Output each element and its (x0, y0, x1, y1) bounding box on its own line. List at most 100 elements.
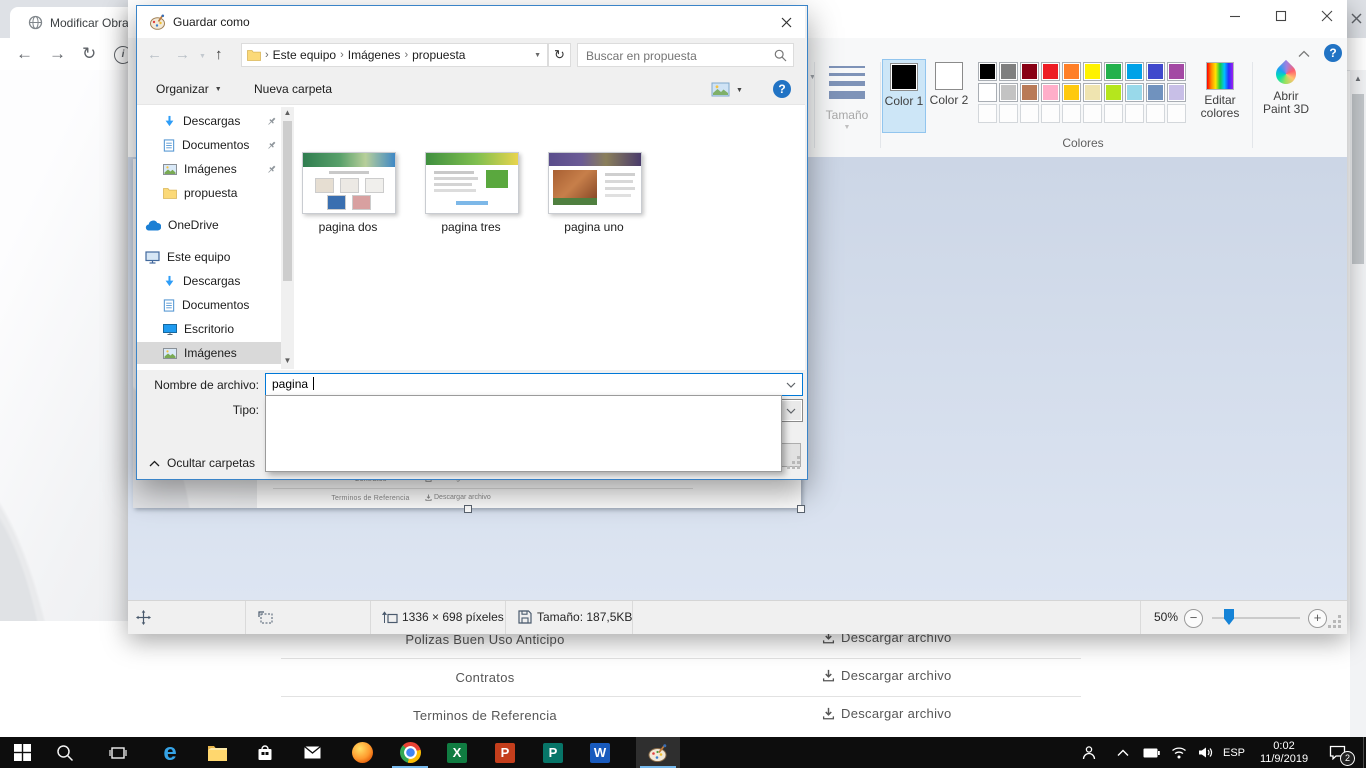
maximize-button[interactable] (1258, 0, 1304, 32)
sidebar-item-este-equipo[interactable]: Este equipo (137, 246, 281, 268)
dialog-resize-grip[interactable] (787, 466, 790, 469)
up-directory-icon[interactable]: ↑ (215, 44, 223, 66)
sidebar-item-documentos-pc[interactable]: Documentos (137, 294, 281, 316)
palette-color[interactable] (1041, 83, 1060, 102)
taskbar-search-button[interactable] (45, 737, 85, 768)
battery-button[interactable] (1137, 737, 1165, 768)
sidebar-item-propuesta[interactable]: propuesta (137, 182, 281, 204)
file-item[interactable]: pagina uno (548, 152, 640, 234)
tray-overflow-button[interactable] (1110, 737, 1136, 768)
filetype-dropdown-button[interactable] (780, 401, 801, 420)
color2-button[interactable]: Color 2 (928, 59, 970, 131)
taskbar-firefox-button[interactable] (342, 737, 382, 768)
sidebar-item-documentos[interactable]: Documentos (137, 134, 281, 156)
breadcrumb[interactable]: › Este equipo › Imágenes › propuesta ▼ (241, 43, 548, 67)
palette-color[interactable] (1083, 62, 1102, 81)
sidebar-item-descargas[interactable]: Descargas (137, 110, 281, 132)
minimize-button[interactable] (1212, 0, 1258, 32)
palette-color[interactable] (999, 62, 1018, 81)
browser-forward-icon[interactable]: → (49, 44, 66, 64)
palette-empty-slot[interactable] (1125, 104, 1144, 123)
taskbar-paint-button[interactable] (636, 737, 680, 768)
sidebar-item-escritorio[interactable]: Escritorio (137, 318, 281, 340)
action-center-button[interactable]: 2 (1320, 737, 1354, 768)
palette-color[interactable] (1146, 83, 1165, 102)
browser-back-icon[interactable]: ← (16, 44, 33, 64)
open-paint3d-button[interactable]: Abrir Paint 3D (1258, 59, 1314, 116)
breadcrumb-item[interactable]: Este equipo (273, 48, 336, 62)
taskbar-powerpoint-button[interactable]: P (485, 737, 525, 768)
filename-input[interactable]: pagina (265, 373, 803, 396)
filename-autocomplete-panel[interactable] (265, 395, 782, 472)
search-box[interactable] (577, 43, 794, 67)
palette-empty-slot[interactable] (1146, 104, 1165, 123)
view-mode-dropdown-icon[interactable]: ▼ (736, 87, 743, 94)
breadcrumb-item[interactable]: Imágenes (348, 48, 401, 62)
palette-color[interactable] (1146, 62, 1165, 81)
browser-reload-icon[interactable]: ↻ (82, 44, 96, 64)
hide-folders-button[interactable]: Ocultar carpetas (149, 456, 255, 470)
palette-color[interactable] (1062, 62, 1081, 81)
paint-help-icon[interactable]: ? (1324, 44, 1342, 62)
color1-button[interactable]: Color 1 (882, 59, 926, 133)
palette-empty-slot[interactable] (1041, 104, 1060, 123)
address-dropdown-icon[interactable]: ▼ (534, 52, 547, 59)
sidebar-item-imagenes-pc[interactable]: Imágenes (137, 342, 281, 364)
filename-dropdown-icon[interactable] (786, 382, 796, 388)
task-view-button[interactable] (98, 737, 138, 768)
taskbar-word-button[interactable]: W (580, 737, 620, 768)
palette-color[interactable] (1167, 83, 1186, 102)
palette-empty-slot[interactable] (999, 104, 1018, 123)
palette-color[interactable] (978, 83, 997, 102)
palette-empty-slot[interactable] (1104, 104, 1123, 123)
sidebar-scroll-down-icon[interactable]: ▼ (283, 356, 292, 366)
palette-color[interactable] (1062, 83, 1081, 102)
volume-button[interactable] (1191, 737, 1219, 768)
file-item[interactable]: pagina tres (425, 152, 517, 234)
scroll-up-icon[interactable]: ▲ (1354, 74, 1362, 83)
language-button[interactable]: ESP (1218, 737, 1250, 768)
browser-close-icon[interactable] (1351, 13, 1362, 24)
view-mode-icon[interactable] (711, 82, 730, 97)
new-folder-button[interactable]: Nueva carpeta (254, 82, 332, 96)
close-button[interactable] (1304, 0, 1350, 32)
palette-empty-slot[interactable] (978, 104, 997, 123)
download-link[interactable]: Descargar archivo (822, 706, 952, 721)
taskbar-file-explorer-button[interactable] (197, 737, 237, 768)
search-icon[interactable] (774, 49, 787, 62)
sidebar-item-imagenes[interactable]: Imágenes (137, 158, 281, 180)
palette-empty-slot[interactable] (1167, 104, 1186, 123)
wifi-button[interactable] (1165, 737, 1193, 768)
palette-color[interactable] (1125, 62, 1144, 81)
refresh-button[interactable]: ↻ (548, 43, 571, 67)
palette-color[interactable] (1041, 62, 1060, 81)
sidebar-scrollbar-thumb[interactable] (283, 121, 292, 281)
taskbar-publisher-button[interactable]: P (533, 737, 573, 768)
dialog-forward-icon[interactable]: → (175, 44, 190, 66)
zoom-in-button[interactable]: + (1308, 609, 1327, 628)
palette-color[interactable] (1125, 83, 1144, 102)
download-link[interactable]: Descargar archivo (822, 668, 952, 683)
size-button[interactable]: Tamaño ▼ (818, 62, 876, 131)
palette-color[interactable] (1020, 62, 1039, 81)
sidebar-item-onedrive[interactable]: OneDrive (137, 214, 281, 236)
collapse-ribbon-icon[interactable] (1298, 50, 1310, 58)
dialog-titlebar[interactable]: Guardar como (137, 6, 805, 38)
taskbar-chrome-button[interactable] (390, 737, 430, 768)
clock-button[interactable]: 0:02 11/9/2019 (1252, 737, 1316, 768)
palette-color[interactable] (1167, 62, 1186, 81)
show-desktop-strip[interactable] (1363, 737, 1364, 768)
palette-color[interactable] (1104, 83, 1123, 102)
palette-color[interactable] (978, 62, 997, 81)
organize-button[interactable]: Organizar ▼ (156, 82, 222, 96)
zoom-slider-handle[interactable] (1224, 609, 1234, 625)
edit-colors-button[interactable]: Editar colores (1196, 59, 1244, 120)
canvas-resize-handle-bottom[interactable] (464, 505, 472, 513)
palette-color[interactable] (1083, 83, 1102, 102)
history-dropdown-icon[interactable]: ▼ (199, 53, 206, 60)
search-input[interactable] (584, 45, 768, 67)
palette-empty-slot[interactable] (1020, 104, 1039, 123)
palette-empty-slot[interactable] (1062, 104, 1081, 123)
start-button[interactable] (2, 737, 42, 768)
taskbar-excel-button[interactable]: X (437, 737, 477, 768)
